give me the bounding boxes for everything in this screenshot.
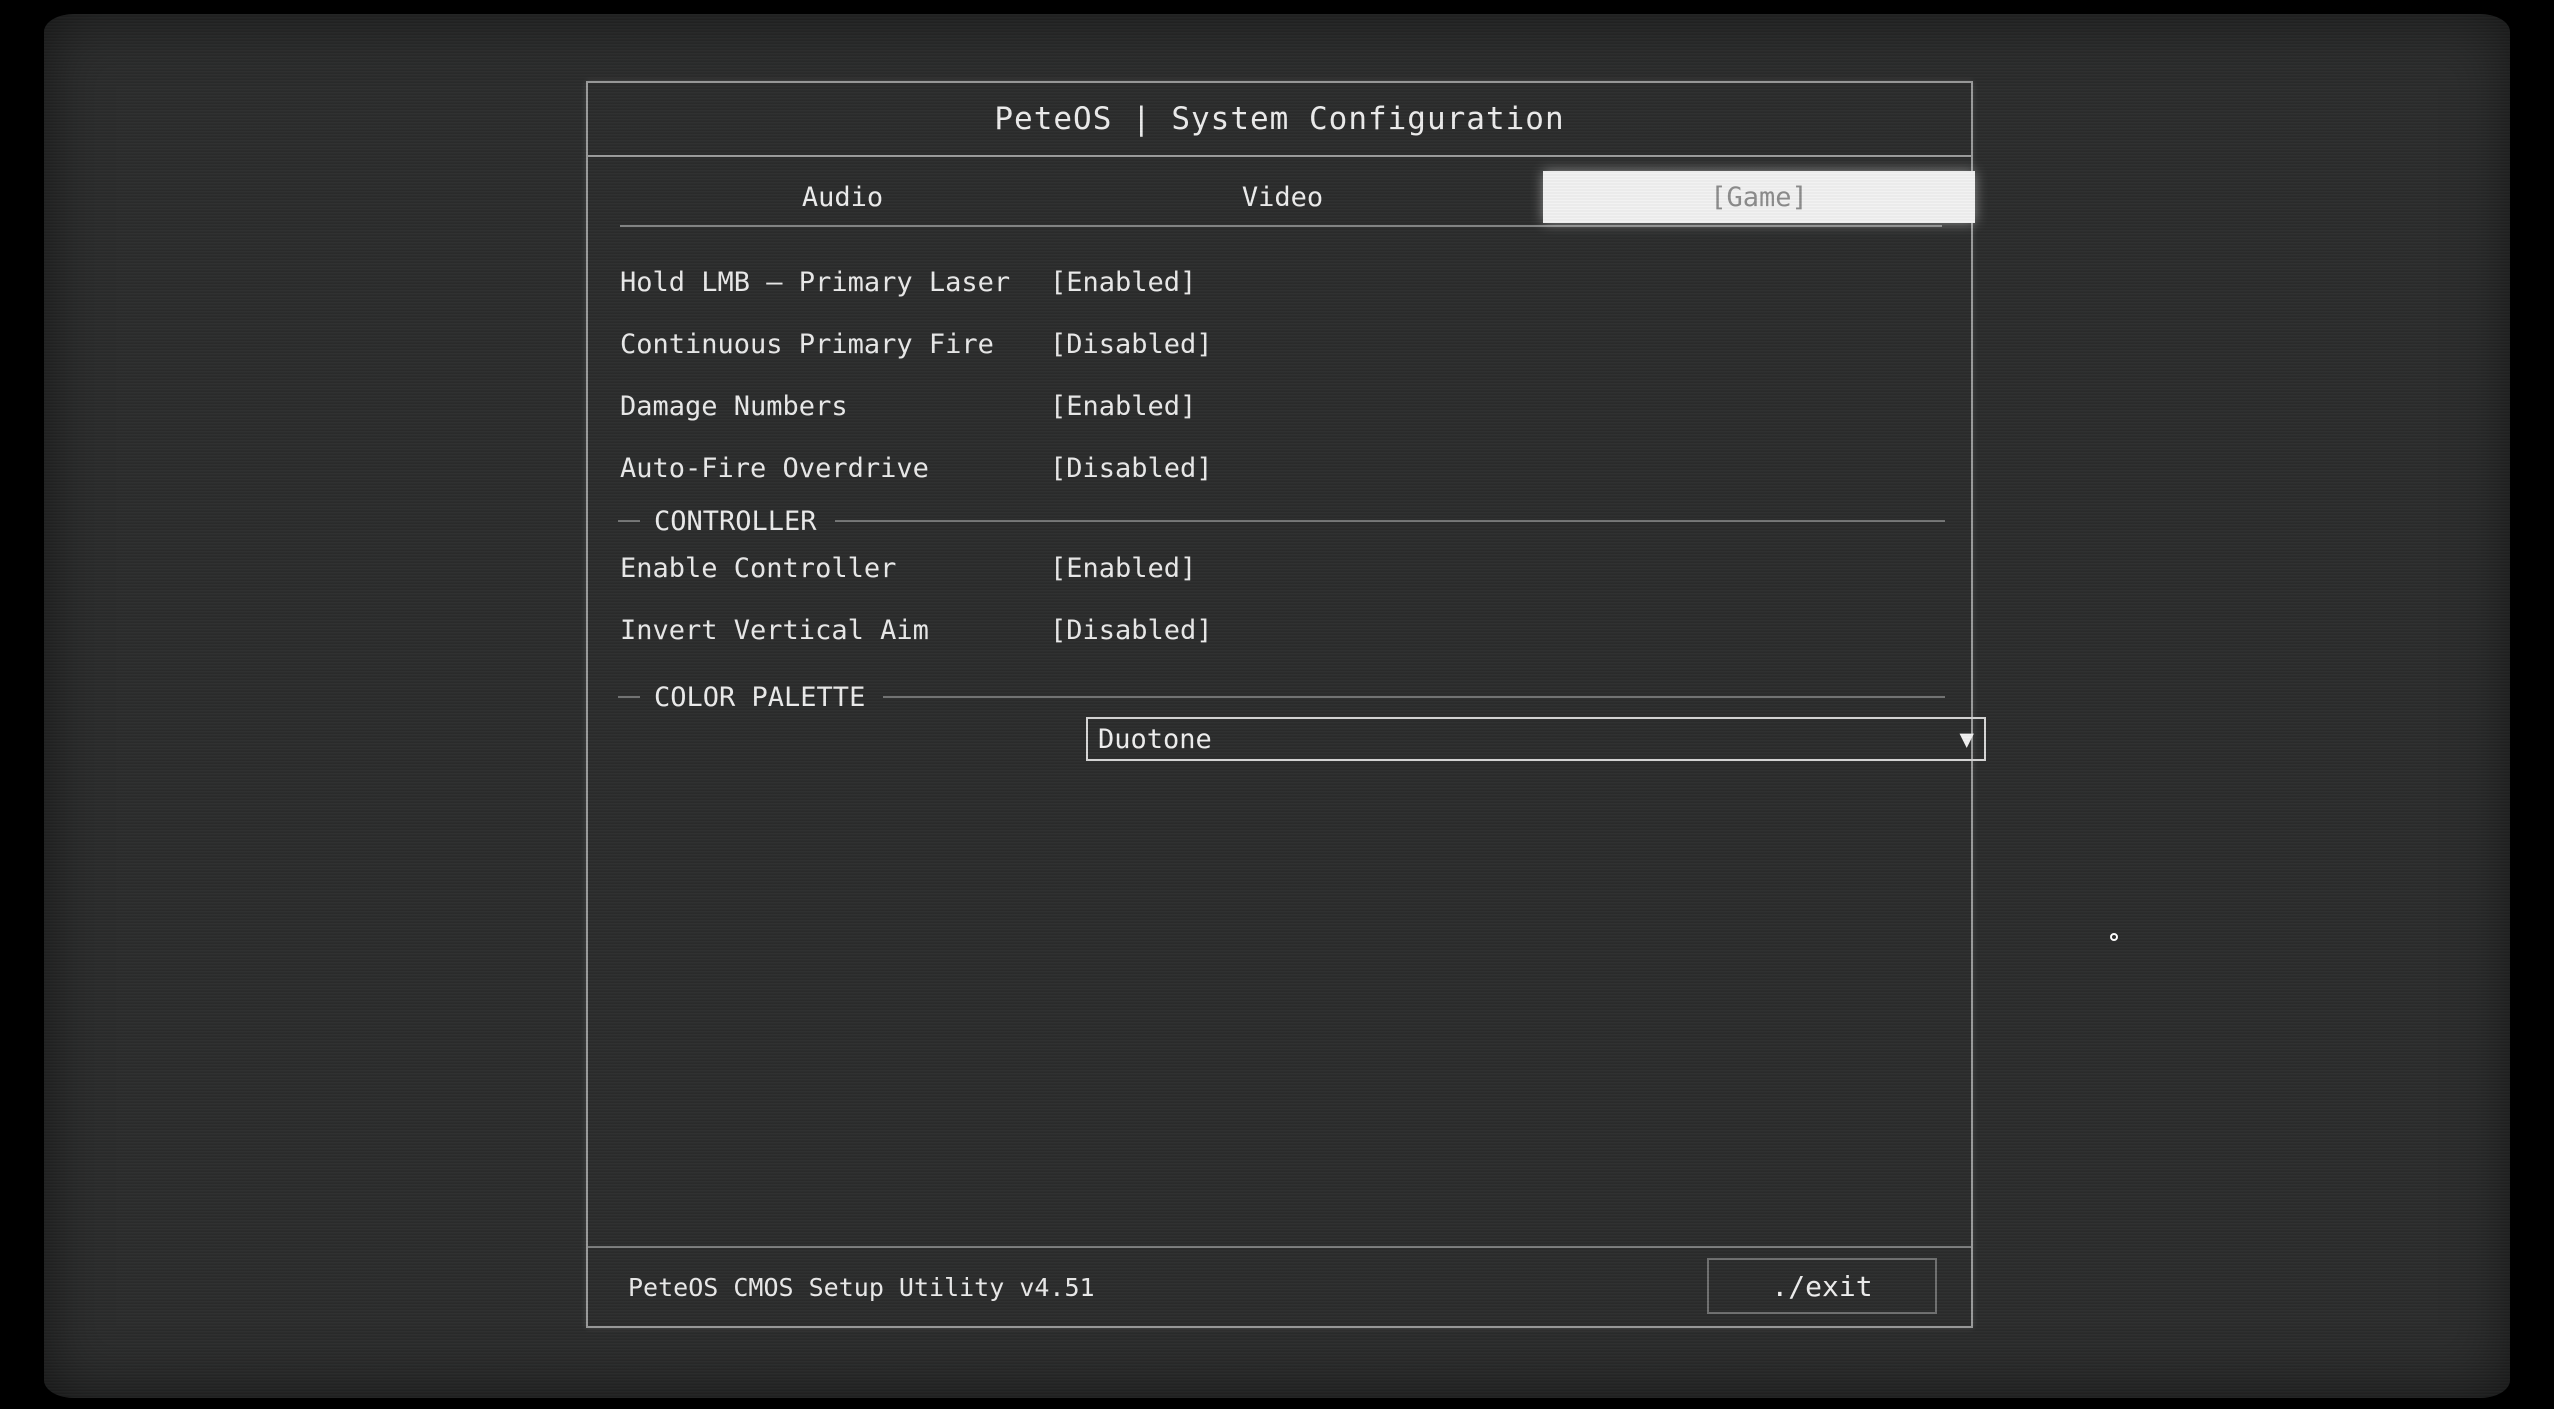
- select-value: Duotone: [1098, 723, 1212, 755]
- color-palette-select[interactable]: Duotone ▼: [1086, 717, 1986, 761]
- section-color-palette: COLOR PALETTE: [618, 679, 1945, 715]
- section-rule: [883, 696, 1945, 698]
- tab-bar: Audio Video [Game]: [620, 171, 1975, 227]
- setting-label: Auto-Fire Overdrive: [620, 452, 929, 484]
- setting-toggle-enable-controller[interactable]: [Enabled]: [1050, 553, 1196, 584]
- setting-row-hold-lmb: Hold LMB — Primary Laser [Enabled]: [620, 262, 1940, 302]
- section-rule: [834, 520, 1945, 522]
- tab-video[interactable]: Video: [1065, 171, 1500, 223]
- version-text: PeteOS CMOS Setup Utility v4.51: [628, 1272, 1095, 1302]
- setting-toggle-continuous-fire[interactable]: [Disabled]: [1050, 329, 1213, 360]
- setting-toggle-damage-numbers[interactable]: [Enabled]: [1050, 391, 1196, 422]
- section-rule-lead: [618, 696, 640, 698]
- setting-toggle-auto-fire[interactable]: [Disabled]: [1050, 453, 1213, 484]
- setting-toggle-invert-aim[interactable]: [Disabled]: [1050, 615, 1213, 646]
- section-heading: COLOR PALETTE: [654, 681, 866, 713]
- exit-button[interactable]: ./exit: [1707, 1258, 1937, 1314]
- setting-toggle-hold-lmb[interactable]: [Enabled]: [1050, 267, 1196, 298]
- window-title: PeteOS | System Configuration: [588, 83, 1971, 157]
- setting-label: Damage Numbers: [620, 390, 848, 422]
- setting-row-invert-aim: Invert Vertical Aim [Disabled]: [620, 610, 1940, 650]
- setting-row-continuous-fire: Continuous Primary Fire [Disabled]: [620, 324, 1940, 364]
- tab-audio[interactable]: Audio: [620, 171, 1065, 223]
- setting-row-enable-controller: Enable Controller [Enabled]: [620, 548, 1940, 588]
- section-heading: CONTROLLER: [654, 505, 817, 537]
- setting-label: Continuous Primary Fire: [620, 328, 994, 360]
- setting-row-damage-numbers: Damage Numbers [Enabled]: [620, 386, 1940, 426]
- footer-bar: PeteOS CMOS Setup Utility v4.51 ./exit: [588, 1246, 1971, 1326]
- crt-screen: PeteOS | System Configuration Audio Vide…: [44, 14, 2510, 1398]
- mouse-cursor-icon: [2110, 933, 2118, 941]
- setting-label: Invert Vertical Aim: [620, 614, 929, 646]
- section-rule-lead: [618, 520, 640, 522]
- setting-label: Hold LMB — Primary Laser: [620, 266, 1011, 298]
- setting-label: Enable Controller: [620, 552, 897, 584]
- tab-game[interactable]: [Game]: [1543, 171, 1975, 223]
- chevron-down-icon: ▼: [1959, 725, 1974, 753]
- setting-row-auto-fire: Auto-Fire Overdrive [Disabled]: [620, 448, 1940, 488]
- config-window: PeteOS | System Configuration Audio Vide…: [586, 81, 1986, 1328]
- section-controller: CONTROLLER: [618, 503, 1945, 539]
